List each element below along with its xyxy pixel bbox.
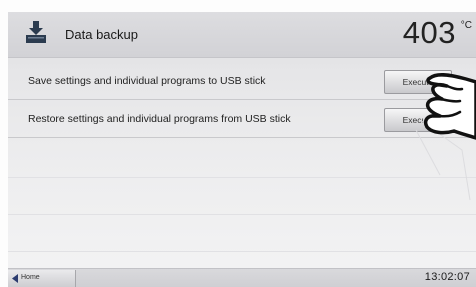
- back-arrow-icon: [12, 274, 18, 283]
- row-divider: [8, 177, 476, 178]
- save-settings-row: Save settings and individual programs to…: [8, 64, 476, 100]
- footer-bar: Home 13:02:07: [8, 268, 476, 287]
- temperature-unit: °C: [460, 20, 472, 31]
- touch-screen: Data backup 403 °C Save settings and ind…: [8, 12, 476, 287]
- row-divider: [8, 214, 476, 215]
- temperature-readout: 403: [402, 15, 456, 50]
- home-label: Home: [21, 274, 40, 281]
- header-bar: Data backup 403 °C: [8, 12, 476, 58]
- page-title: Data backup: [65, 27, 138, 42]
- usb-download-icon: [26, 21, 46, 43]
- restore-settings-label: Restore settings and individual programs…: [28, 113, 291, 125]
- row-divider: [8, 251, 476, 252]
- save-settings-label: Save settings and individual programs to…: [28, 75, 266, 87]
- clock: 13:02:07: [424, 271, 470, 283]
- restore-execute-button[interactable]: Execute: [384, 108, 452, 132]
- restore-settings-row: Restore settings and individual programs…: [8, 102, 476, 138]
- home-button[interactable]: Home: [8, 270, 76, 287]
- save-execute-button[interactable]: Execute: [384, 70, 452, 94]
